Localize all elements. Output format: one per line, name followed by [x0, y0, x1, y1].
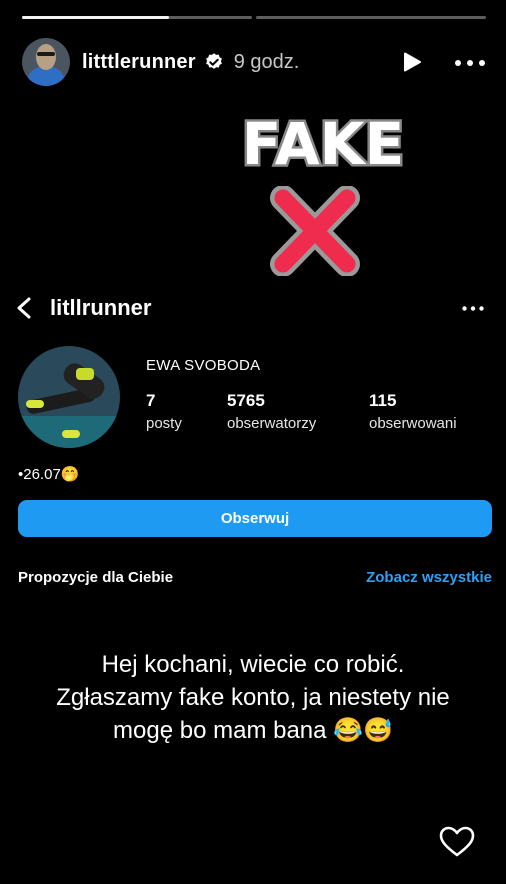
story-header: litttlerunner 9 godz. — [22, 38, 486, 86]
stat-label: obserwowani — [369, 415, 457, 432]
stat-value: 115 — [369, 391, 397, 410]
more-icon[interactable] — [454, 60, 486, 66]
profile-topbar: litllrunner — [14, 292, 484, 324]
follow-button[interactable]: Obserwuj — [18, 500, 492, 537]
cross-mark-icon — [270, 186, 360, 276]
back-icon[interactable] — [14, 296, 34, 320]
stat-label: obserwatorzy — [227, 415, 317, 432]
fake-text: FAKE — [242, 110, 404, 176]
profile-bio: •26.07🤭 — [18, 466, 80, 483]
profile-picture[interactable] — [18, 346, 120, 448]
stat-value: 5765 — [227, 391, 265, 410]
stat-label: posty — [146, 415, 182, 432]
suggestions-heading: Propozycje dla Ciebie — [18, 569, 174, 586]
heart-icon[interactable] — [439, 826, 475, 858]
stat-value: 7 — [146, 391, 156, 410]
story-time: 9 godz. — [233, 50, 300, 73]
caption-line: Hej kochani, wiecie co robić. — [101, 651, 405, 678]
story-progress-2 — [256, 16, 486, 19]
caption-line: mogę bo mam bana 😂😅 — [113, 717, 393, 744]
story-caption: Hej kochani, wiecie co robić. Zgłaszamy … — [0, 648, 506, 747]
story-progress-fill — [22, 16, 170, 19]
play-icon[interactable] — [402, 52, 422, 72]
see-all-link[interactable]: Zobacz wszystkie — [366, 569, 492, 586]
story-username[interactable]: litttlerunner — [82, 51, 196, 74]
fake-sticker: FAKE — [239, 108, 406, 177]
profile-handle: litllrunner — [50, 295, 152, 320]
caption-line: Zgłaszamy fake konto, ja niestety nie — [56, 684, 450, 711]
profile-full-name: EWA SVOBODA — [146, 357, 261, 374]
story-progress-1 — [22, 16, 252, 19]
verified-icon — [205, 53, 222, 69]
profile-more-icon[interactable] — [462, 306, 484, 311]
stat-following[interactable]: 115 obserwowani — [369, 391, 457, 432]
stat-posts[interactable]: 7 posty — [146, 391, 182, 432]
stat-followers[interactable]: 5765 obserwatorzy — [227, 391, 316, 432]
avatar[interactable] — [22, 38, 70, 86]
